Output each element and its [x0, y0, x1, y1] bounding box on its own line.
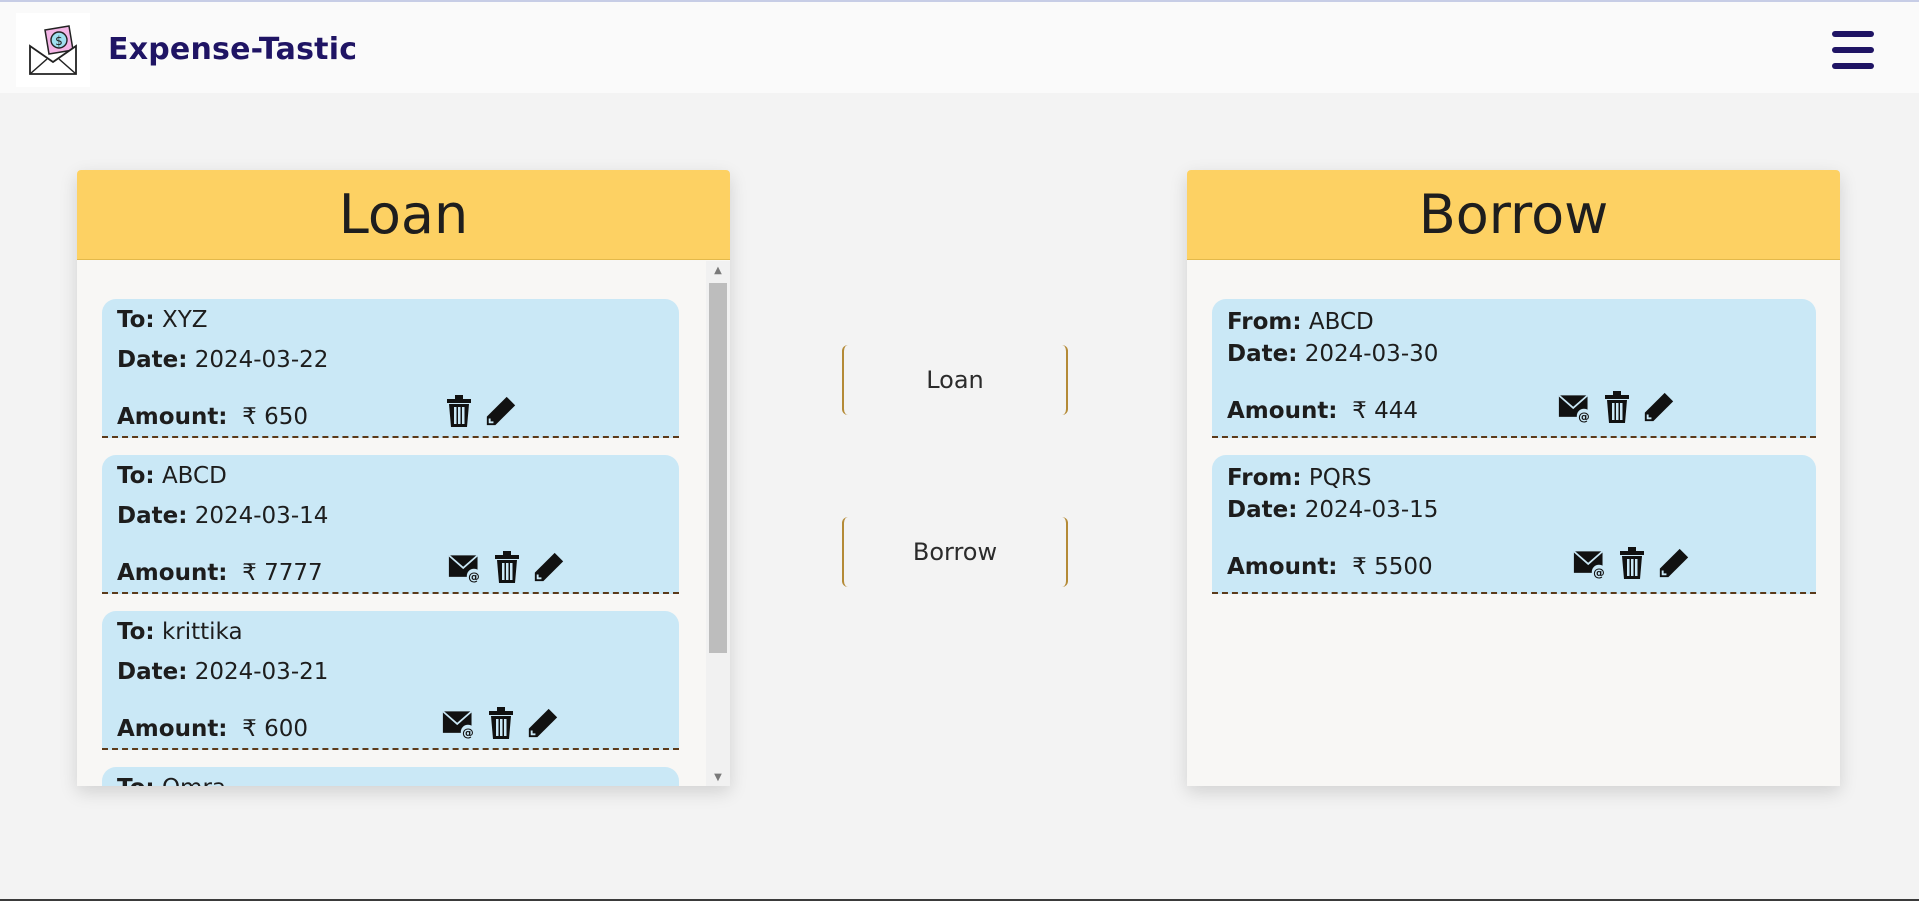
- email-icon[interactable]: @: [448, 549, 482, 585]
- app-title: Expense-Tastic: [108, 32, 358, 67]
- email-icon[interactable]: @: [442, 705, 476, 741]
- edit-icon[interactable]: [1642, 389, 1676, 425]
- to-value: Omra: [162, 775, 226, 786]
- loan-list[interactable]: To: XYZ Date: 2024-03-22 Amount: ₹ 650 T…: [77, 261, 730, 786]
- to-label: To:: [117, 463, 155, 489]
- amount-label: Amount:: [117, 404, 228, 430]
- amount-value: ₹ 600: [242, 716, 308, 742]
- to-label: To:: [117, 775, 155, 786]
- amount-label: Amount:: [117, 716, 228, 742]
- to-value: krittika: [161, 619, 243, 645]
- edit-icon[interactable]: [1657, 545, 1691, 581]
- date-value: 2024-03-14: [194, 503, 329, 529]
- amount-value: ₹ 650: [242, 404, 308, 430]
- date-label: Date:: [1227, 497, 1298, 523]
- hamburger-menu-icon[interactable]: [1832, 31, 1874, 69]
- amount-value: ₹ 7777: [242, 560, 323, 586]
- from-label: From:: [1227, 309, 1302, 335]
- delete-icon[interactable]: [490, 549, 524, 585]
- from-label: From:: [1227, 465, 1302, 491]
- date-value: 2024-03-30: [1304, 341, 1439, 367]
- date-label: Date:: [117, 347, 188, 373]
- edit-icon[interactable]: [532, 549, 566, 585]
- scroll-up-arrow-icon[interactable]: ▲: [706, 261, 730, 279]
- amount-label: Amount:: [117, 560, 228, 586]
- borrow-card: From: ABCD Date: 2024-03-30 Amount: ₹ 44…: [1212, 299, 1816, 438]
- amount-value: ₹ 444: [1352, 398, 1418, 424]
- edit-icon[interactable]: [526, 705, 560, 741]
- loan-card: To: XYZ Date: 2024-03-22 Amount: ₹ 650: [102, 299, 679, 438]
- scroll-down-arrow-icon[interactable]: ▼: [706, 768, 730, 786]
- loan-card: To: ABCD Date: 2024-03-14 Amount: ₹ 7777…: [102, 455, 679, 594]
- date-value: 2024-03-21: [194, 659, 329, 685]
- svg-text:$: $: [55, 34, 63, 48]
- edit-icon[interactable]: [484, 393, 518, 429]
- delete-icon[interactable]: [1600, 389, 1634, 425]
- borrow-panel-title: Borrow: [1187, 170, 1840, 260]
- date-label: Date:: [1227, 341, 1298, 367]
- delete-icon[interactable]: [484, 705, 518, 741]
- delete-icon[interactable]: [1615, 545, 1649, 581]
- date-label: Date:: [117, 659, 188, 685]
- from-value: PQRS: [1308, 465, 1372, 491]
- borrow-button[interactable]: Borrow: [842, 517, 1068, 587]
- to-label: To:: [117, 307, 155, 333]
- borrow-list[interactable]: From: ABCD Date: 2024-03-30 Amount: ₹ 44…: [1187, 261, 1840, 786]
- to-label: To:: [117, 619, 155, 645]
- loan-card: To: krittika Date: 2024-03-21 Amount: ₹ …: [102, 611, 679, 750]
- loan-card: To: Omra: [102, 767, 679, 786]
- date-value: 2024-03-22: [194, 347, 329, 373]
- date-value: 2024-03-15: [1304, 497, 1439, 523]
- email-icon[interactable]: @: [1558, 389, 1592, 425]
- email-icon[interactable]: @: [1573, 545, 1607, 581]
- svg-text:@: @: [468, 569, 480, 583]
- amount-label: Amount:: [1227, 554, 1338, 580]
- loan-panel-title: Loan: [77, 170, 730, 260]
- to-value: XYZ: [161, 307, 208, 333]
- svg-text:@: @: [1578, 409, 1590, 423]
- loan-panel: Loan To: XYZ Date: 2024-03-22 Amount: ₹ …: [77, 170, 730, 786]
- to-value: ABCD: [161, 463, 227, 489]
- delete-icon[interactable]: [442, 393, 476, 429]
- navbar: $ Expense-Tastic: [0, 2, 1919, 93]
- borrow-panel: Borrow From: ABCD Date: 2024-03-30 Amoun…: [1187, 170, 1840, 786]
- scrollbar-thumb[interactable]: [709, 283, 727, 653]
- svg-text:@: @: [462, 725, 474, 739]
- amount-value: ₹ 5500: [1352, 554, 1433, 580]
- date-label: Date:: [117, 503, 188, 529]
- amount-label: Amount:: [1227, 398, 1338, 424]
- borrow-card: From: PQRS Date: 2024-03-15 Amount: ₹ 55…: [1212, 455, 1816, 594]
- svg-text:@: @: [1593, 565, 1605, 579]
- from-value: ABCD: [1308, 309, 1374, 335]
- loan-button[interactable]: Loan: [842, 345, 1068, 415]
- money-envelope-icon[interactable]: $: [16, 13, 90, 87]
- loan-list-scrollbar[interactable]: ▲ ▼: [706, 261, 730, 786]
